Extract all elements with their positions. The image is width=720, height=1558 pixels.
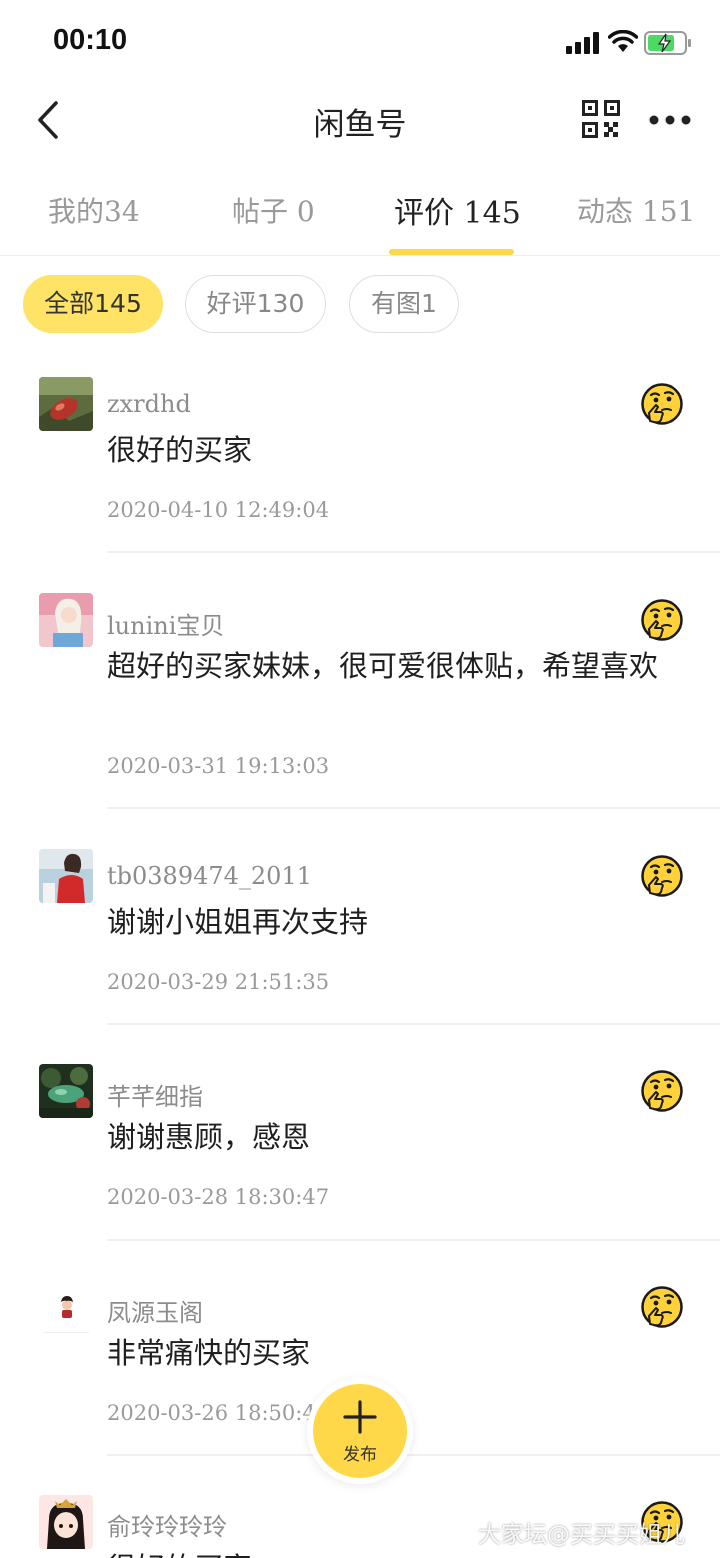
review-text: 谢谢小姐姐再次支持 <box>107 905 369 939</box>
user-avatar[interactable] <box>39 1280 93 1334</box>
thinking-face-icon <box>641 599 683 641</box>
review-username: lunini宝贝 <box>107 612 225 640</box>
list-divider <box>107 1454 720 1456</box>
list-divider <box>107 1239 720 1241</box>
publish-label: 发布 <box>343 1445 377 1465</box>
review-username: 芊芊细指 <box>107 1083 203 1111</box>
review-date: 2020-03-31 19:13:03 <box>107 754 330 778</box>
user-avatar[interactable] <box>39 377 93 431</box>
review-text: 非常痛快的买家 <box>107 1336 311 1370</box>
more-options-icon[interactable] <box>648 108 692 132</box>
thinking-face-icon <box>641 383 683 425</box>
tab-bar: 我的34 帖子 0 评价 145 动态 151 <box>0 170 720 256</box>
nav-bar: 闲鱼号 <box>0 84 720 156</box>
review-date: 2020-03-26 18:50:47 <box>107 1401 330 1425</box>
filter-chip-positive[interactable]: 好评130 <box>185 275 326 333</box>
tab-reviews[interactable]: 评价 145 <box>394 188 521 232</box>
user-avatar[interactable] <box>39 1064 93 1118</box>
cellular-signal-icon <box>566 32 599 54</box>
filter-chip-with-photo[interactable]: 有图1 <box>349 275 459 333</box>
publish-button[interactable]: 发布 <box>307 1378 413 1484</box>
review-date: 2020-03-28 18:30:47 <box>107 1185 330 1209</box>
publish-button-face[interactable]: 发布 <box>313 1384 407 1478</box>
review-date: 2020-03-29 21:51:35 <box>107 970 330 994</box>
list-divider <box>107 807 720 809</box>
list-divider <box>107 1023 720 1025</box>
review-text: 超好的买家妹妹，很可爱很体贴，希望喜欢 <box>107 649 659 683</box>
user-avatar[interactable] <box>39 593 93 647</box>
plus-icon <box>343 1400 377 1434</box>
review-username: zxrdhd <box>107 390 191 418</box>
review-username: 俞玲玲玲玲 <box>107 1513 227 1541</box>
status-bar: 00:10 <box>0 0 720 84</box>
review-text: 很好的买家 <box>107 433 253 467</box>
watermark-text: 大家坛@买买买姐儿 <box>478 1522 685 1548</box>
user-avatar[interactable] <box>39 849 93 903</box>
qr-code-icon[interactable] <box>582 100 620 138</box>
review-username: tb0389474_2011 <box>107 862 312 890</box>
review-username: 凤源玉阁 <box>107 1299 203 1327</box>
tab-posts[interactable]: 帖子 0 <box>232 190 315 230</box>
thinking-face-icon <box>641 1070 683 1112</box>
thinking-face-icon <box>641 1286 683 1328</box>
filter-chip-all[interactable]: 全部145 <box>23 275 163 333</box>
thinking-face-icon <box>641 855 683 897</box>
tab-mine[interactable]: 我的34 <box>48 190 140 230</box>
review-text: 谢谢惠顾，感恩 <box>107 1120 311 1154</box>
status-time: 00:10 <box>53 24 128 56</box>
battery-charging-icon <box>644 31 691 55</box>
tab-activity[interactable]: 动态 151 <box>577 190 695 230</box>
user-avatar[interactable] <box>39 1495 93 1549</box>
list-divider <box>107 551 720 553</box>
active-tab-indicator <box>389 249 514 255</box>
wifi-icon <box>608 30 638 52</box>
review-date: 2020-04-10 12:49:04 <box>107 498 330 522</box>
